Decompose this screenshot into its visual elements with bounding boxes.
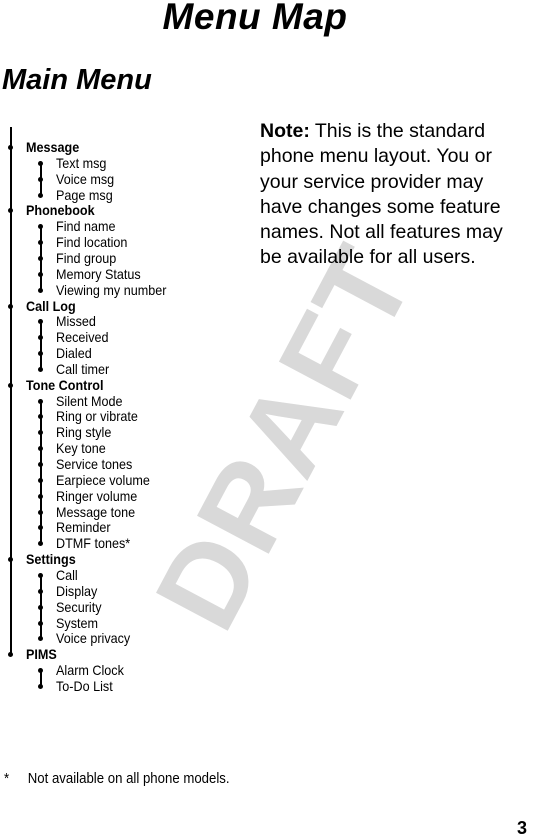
submenu-item: Service tones — [56, 456, 133, 472]
submenu-item: Voice msg — [56, 170, 115, 187]
draft-watermark: DRAFT — [130, 226, 440, 650]
submenu-item: DTMF tones* — [56, 535, 131, 552]
menu-item: PIMS — [26, 646, 57, 663]
note-paragraph: Note: This is the standard phone menu la… — [260, 119, 510, 271]
submenu-item: Viewing my number — [56, 281, 167, 298]
menu-connector-line — [10, 127, 12, 655]
submenu-connector-line — [40, 574, 42, 639]
page-title: Menu Map — [162, 0, 348, 37]
submenu-item: Memory Status — [56, 265, 141, 282]
note-label: Note: — [260, 120, 310, 142]
submenu-connector-line — [40, 226, 42, 290]
menu-item: Call Log — [26, 297, 76, 314]
submenu-item: Received — [56, 329, 109, 346]
submenu-item: Display — [56, 582, 98, 599]
submenu-item: Find name — [56, 218, 116, 235]
submenu-item: Reminder — [56, 519, 111, 536]
footnote-marker: * — [4, 770, 10, 787]
submenu-item: Dialed — [56, 345, 92, 362]
submenu-item: Silent Mode — [56, 392, 123, 409]
menu-item: Settings — [26, 551, 76, 568]
submenu-item: Voice privacy — [56, 630, 131, 647]
submenu-item: System — [56, 614, 99, 631]
submenu-item: Ring or vibrate — [56, 408, 138, 425]
section-title: Main Menu — [2, 64, 152, 96]
menu-item: Message — [26, 139, 80, 155]
submenu-item: Security — [56, 598, 102, 615]
submenu-item: Earpiece volume — [56, 471, 150, 488]
submenu-item: Call timer — [56, 360, 110, 377]
menu-item: Phonebook — [26, 202, 95, 219]
submenu-item: Ringer volume — [56, 487, 138, 504]
footnote: * Not available on all phone models. — [4, 770, 230, 787]
submenu-connector-line — [40, 400, 42, 544]
submenu-item: Message tone — [56, 503, 136, 520]
submenu-item: Missed — [56, 313, 96, 330]
submenu-item: Ring style — [56, 424, 112, 441]
submenu-item: Call — [56, 566, 78, 583]
submenu-item: Alarm Clock — [56, 662, 124, 679]
submenu-connector-line — [40, 670, 42, 686]
note-text: This is the standard phone menu layout. … — [260, 120, 503, 269]
submenu-connector-line — [40, 162, 42, 195]
submenu-connector-line — [40, 321, 42, 369]
submenu-item: Page msg — [56, 186, 113, 203]
submenu-item: Text msg — [56, 154, 107, 171]
submenu-item: To-Do List — [56, 677, 113, 694]
page-number: 3 — [516, 818, 527, 838]
submenu-item: Key tone — [56, 440, 106, 457]
submenu-item: Find group — [56, 249, 117, 266]
submenu-item: Find location — [56, 234, 128, 251]
menu-item: Tone Control — [26, 376, 104, 393]
footnote-text: Not available on all phone models. — [27, 770, 230, 787]
